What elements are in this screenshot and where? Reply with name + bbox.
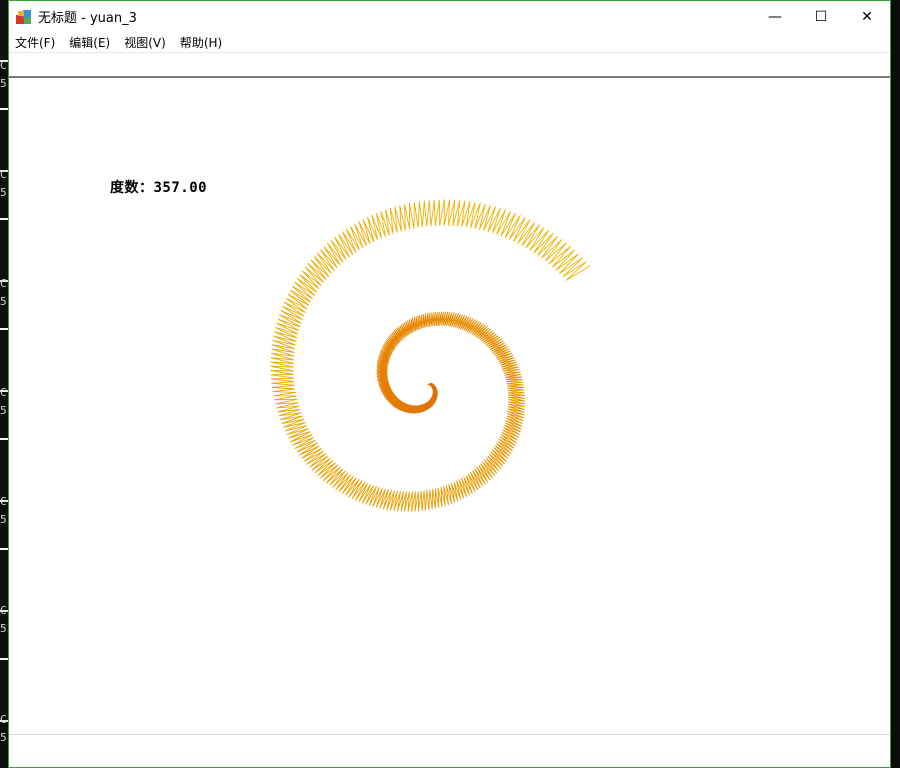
- menu-edit[interactable]: 编辑(E): [69, 34, 116, 51]
- spiral-segment: [280, 252, 332, 321]
- spiral-segment: [465, 449, 507, 494]
- spiral-segment: [492, 344, 523, 381]
- spiral-segment: [417, 311, 449, 330]
- drawing-canvas[interactable]: 度数：357.00: [9, 78, 890, 751]
- spiral-segment: [372, 487, 426, 512]
- window-title: 无标题 - yuan_3: [38, 11, 137, 26]
- spiral-drawing: [270, 199, 591, 512]
- title-bar[interactable]: 无标题 - yuan_3 — ☐ ✕: [9, 1, 890, 32]
- close-icon: ✕: [861, 8, 873, 25]
- menu-bar: 文件(F) 编辑(E) 视图(V) 帮助(H): [9, 32, 890, 53]
- spiral-segment: [513, 217, 591, 281]
- status-bar: [9, 734, 890, 751]
- spiral-segment: [506, 379, 526, 422]
- spiral-segment: [424, 476, 473, 511]
- spiral-segment: [376, 373, 393, 394]
- maximize-button[interactable]: ☐: [798, 1, 844, 32]
- spiral-segment: [448, 199, 526, 240]
- menu-view[interactable]: 视图(V): [124, 34, 172, 51]
- app-window: 无标题 - yuan_3 — ☐ ✕ 文件(F) 编辑(E) 视图(V) 帮助(…: [8, 0, 891, 768]
- close-button[interactable]: ✕: [844, 1, 890, 32]
- spiral-segment: [286, 428, 339, 482]
- toolbar: [9, 53, 890, 78]
- menu-help[interactable]: 帮助(H): [180, 34, 228, 51]
- spiral-segment: [323, 466, 381, 507]
- maximize-icon: ☐: [814, 8, 828, 25]
- spiral-segment: [375, 199, 451, 238]
- app-icon[interactable]: [16, 9, 32, 25]
- spiral-segment: [420, 399, 432, 413]
- spiral-segment: [316, 213, 382, 272]
- spiral-segment: [470, 321, 507, 352]
- minimize-button[interactable]: —: [752, 1, 798, 32]
- desktop-background-right: [890, 0, 900, 768]
- spiral-segment: [270, 374, 308, 436]
- menu-file[interactable]: 文件(F): [15, 34, 61, 51]
- spiral-segment: [270, 310, 302, 376]
- minimize-icon: —: [768, 8, 782, 25]
